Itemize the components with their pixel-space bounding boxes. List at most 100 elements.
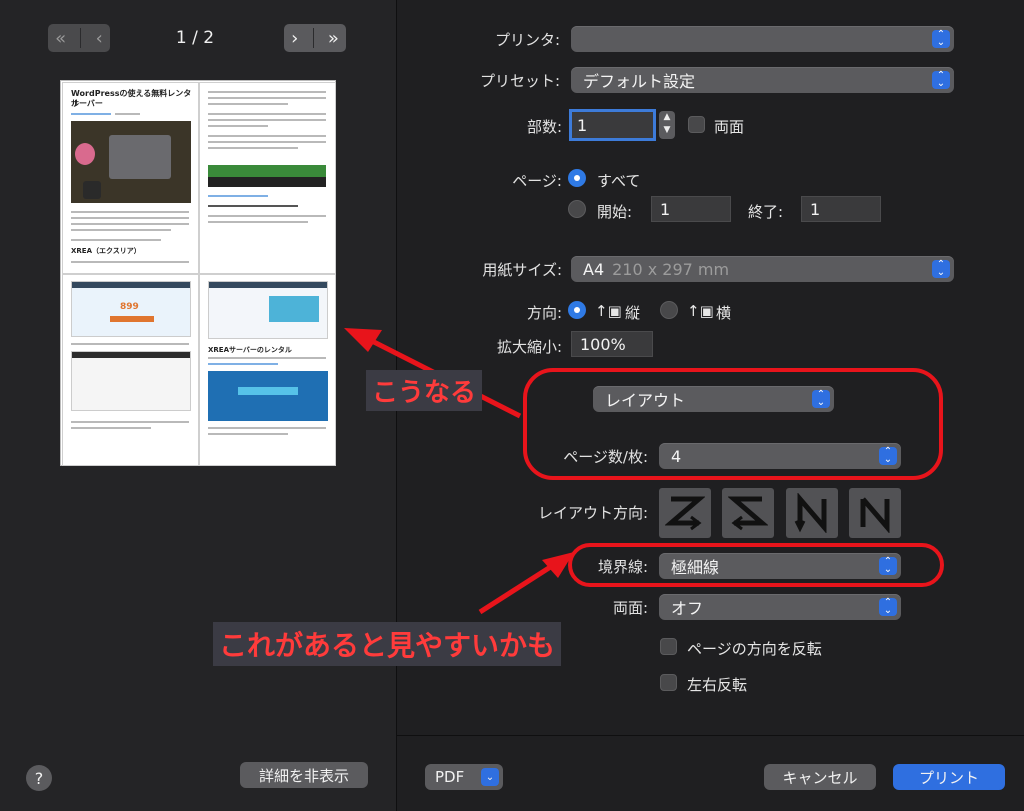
paper-size-label: 用紙サイズ: (482, 261, 562, 279)
printer-label: プリンタ: (494, 31, 560, 49)
pages-label: ページ: (512, 172, 562, 190)
preview-text-line (208, 357, 326, 359)
orientation-portrait-radio[interactable] (568, 301, 586, 319)
first-page-icon[interactable]: « (55, 28, 66, 49)
preview-text-line (208, 427, 326, 429)
pages-all-radio[interactable] (568, 169, 586, 187)
next-last-page-buttons[interactable]: › » (284, 24, 346, 52)
preview-page-1: WordPressの使える無料レンタル サーバー XREA（エクスリア） (62, 82, 199, 274)
screenshot-banner (208, 371, 328, 421)
paper-size-value: A4 (583, 259, 605, 279)
paper-size-popup[interactable]: A4 210 x 297 mm ⌃ ⌄ (571, 256, 954, 282)
layout-z-icon (665, 496, 705, 531)
preview-text-line (71, 223, 189, 225)
preview-link-line (208, 195, 268, 197)
reverse-orientation-checkbox[interactable] (660, 638, 677, 655)
preview-heading-line (208, 205, 298, 207)
arrow-to-border (478, 563, 554, 615)
print-button[interactable]: プリント (893, 764, 1005, 790)
reverse-orientation-label: ページの方向を反転 (687, 640, 822, 658)
separator (80, 28, 82, 48)
preview-heading: XREAサーバーのレンタル (208, 346, 292, 354)
preset-label: プリセット: (479, 72, 560, 90)
popup-arrows-icon: ⌃ ⌄ (932, 71, 950, 89)
preset-popup[interactable]: デフォルト設定 ⌃ ⌄ (571, 67, 954, 93)
next-page-icon[interactable]: › (291, 28, 298, 49)
preview-text-line (71, 421, 189, 423)
prev-page-icon[interactable]: ‹ (96, 28, 103, 49)
orientation-landscape-label: 横 (716, 304, 732, 322)
preview-text-line (208, 135, 326, 137)
preview-text-line (71, 239, 161, 241)
printer-popup[interactable]: ⌃ ⌄ (571, 26, 954, 52)
copies-label: 部数: (526, 118, 562, 136)
preview-title-line2: サーバー (71, 99, 103, 108)
preview-text-line (71, 229, 171, 231)
arrow-head-icon (344, 328, 382, 352)
hide-details-button[interactable]: 詳細を非表示 (240, 762, 368, 788)
screenshot-hero (269, 296, 319, 322)
help-button[interactable]: ? (26, 765, 52, 791)
screenshot-nav (72, 282, 190, 288)
chevron-down-icon: ⌄ (481, 768, 499, 786)
preview-text-line (208, 221, 308, 223)
banner-ad (208, 165, 326, 177)
preview-text-line (208, 141, 326, 143)
annotation-callout-border: これがあると見やすいかも (213, 622, 562, 666)
preview-text-line (71, 261, 189, 263)
flip-horizontal-label: 左右反転 (687, 676, 748, 694)
pdf-menu-button[interactable]: PDF ⌄ (425, 764, 503, 790)
pdf-label: PDF (435, 768, 465, 786)
pages-all-label: すべて (597, 172, 641, 190)
layout-n-icon (794, 493, 827, 533)
preview-text-line (71, 113, 111, 115)
copies-stepper[interactable]: ▲ ▼ (659, 111, 675, 139)
preview-heading: XREA（エクスリア） (71, 247, 141, 255)
preview-text-line (208, 215, 326, 217)
layout-reverse-z-icon (728, 496, 768, 531)
preview-text-line (208, 113, 326, 115)
layout-direction-z-button[interactable] (659, 488, 711, 538)
layout-direction-reverse-n-button[interactable] (849, 488, 901, 538)
preview-text-line (71, 427, 151, 429)
mug-shape (83, 181, 101, 199)
preview-text-line (71, 343, 189, 345)
portrait-icon: ↑▣ (595, 302, 622, 320)
flip-horizontal-checkbox[interactable] (660, 674, 677, 691)
screenshot-form (71, 351, 191, 411)
layout-direction-n-button[interactable] (786, 488, 838, 538)
pages-range-radio[interactable] (568, 200, 586, 218)
preset-value: デフォルト設定 (583, 72, 696, 91)
page-preview: WordPressの使える無料レンタル サーバー XREA（エクスリア） 899… (60, 80, 336, 466)
flower-shape (75, 143, 95, 165)
pages-from-input[interactable]: 1 (651, 196, 731, 222)
laptop-photo (71, 121, 191, 203)
last-page-icon[interactable]: » (328, 28, 339, 49)
layout-direction-reverse-z-button[interactable] (722, 488, 774, 538)
preview-text-line (71, 217, 189, 219)
cancel-button[interactable]: キャンセル (764, 764, 876, 790)
orientation-landscape-radio[interactable] (660, 301, 678, 319)
banner-ad-dark (208, 177, 326, 187)
screenshot-button (110, 316, 154, 322)
screenshot-nav (72, 352, 190, 358)
screenshot-banner-text (238, 387, 298, 395)
screenshot-nav (209, 282, 327, 288)
preview-page-2 (199, 82, 336, 274)
duplex-checkbox[interactable] (688, 116, 705, 133)
annotation-arrows (344, 328, 574, 615)
preview-text-line (208, 103, 288, 105)
laptop-shape (109, 135, 171, 179)
landscape-icon: ↑▣ (687, 302, 714, 320)
copies-input[interactable]: 1 (569, 109, 656, 141)
pages-to-label: 終了: (748, 203, 784, 221)
first-prev-page-buttons[interactable]: « ‹ (48, 24, 110, 52)
preview-text-line (208, 97, 326, 99)
preview-text-line (208, 147, 298, 149)
screenshot-xrea: 899 (71, 281, 191, 337)
annotation-callout-result: こうなる (366, 370, 483, 411)
pages-to-input[interactable]: 1 (801, 196, 881, 222)
preview-text-line (208, 125, 268, 127)
preview-text-line (208, 433, 288, 435)
two-sided-popup[interactable]: オフ ⌃ ⌄ (659, 594, 901, 620)
